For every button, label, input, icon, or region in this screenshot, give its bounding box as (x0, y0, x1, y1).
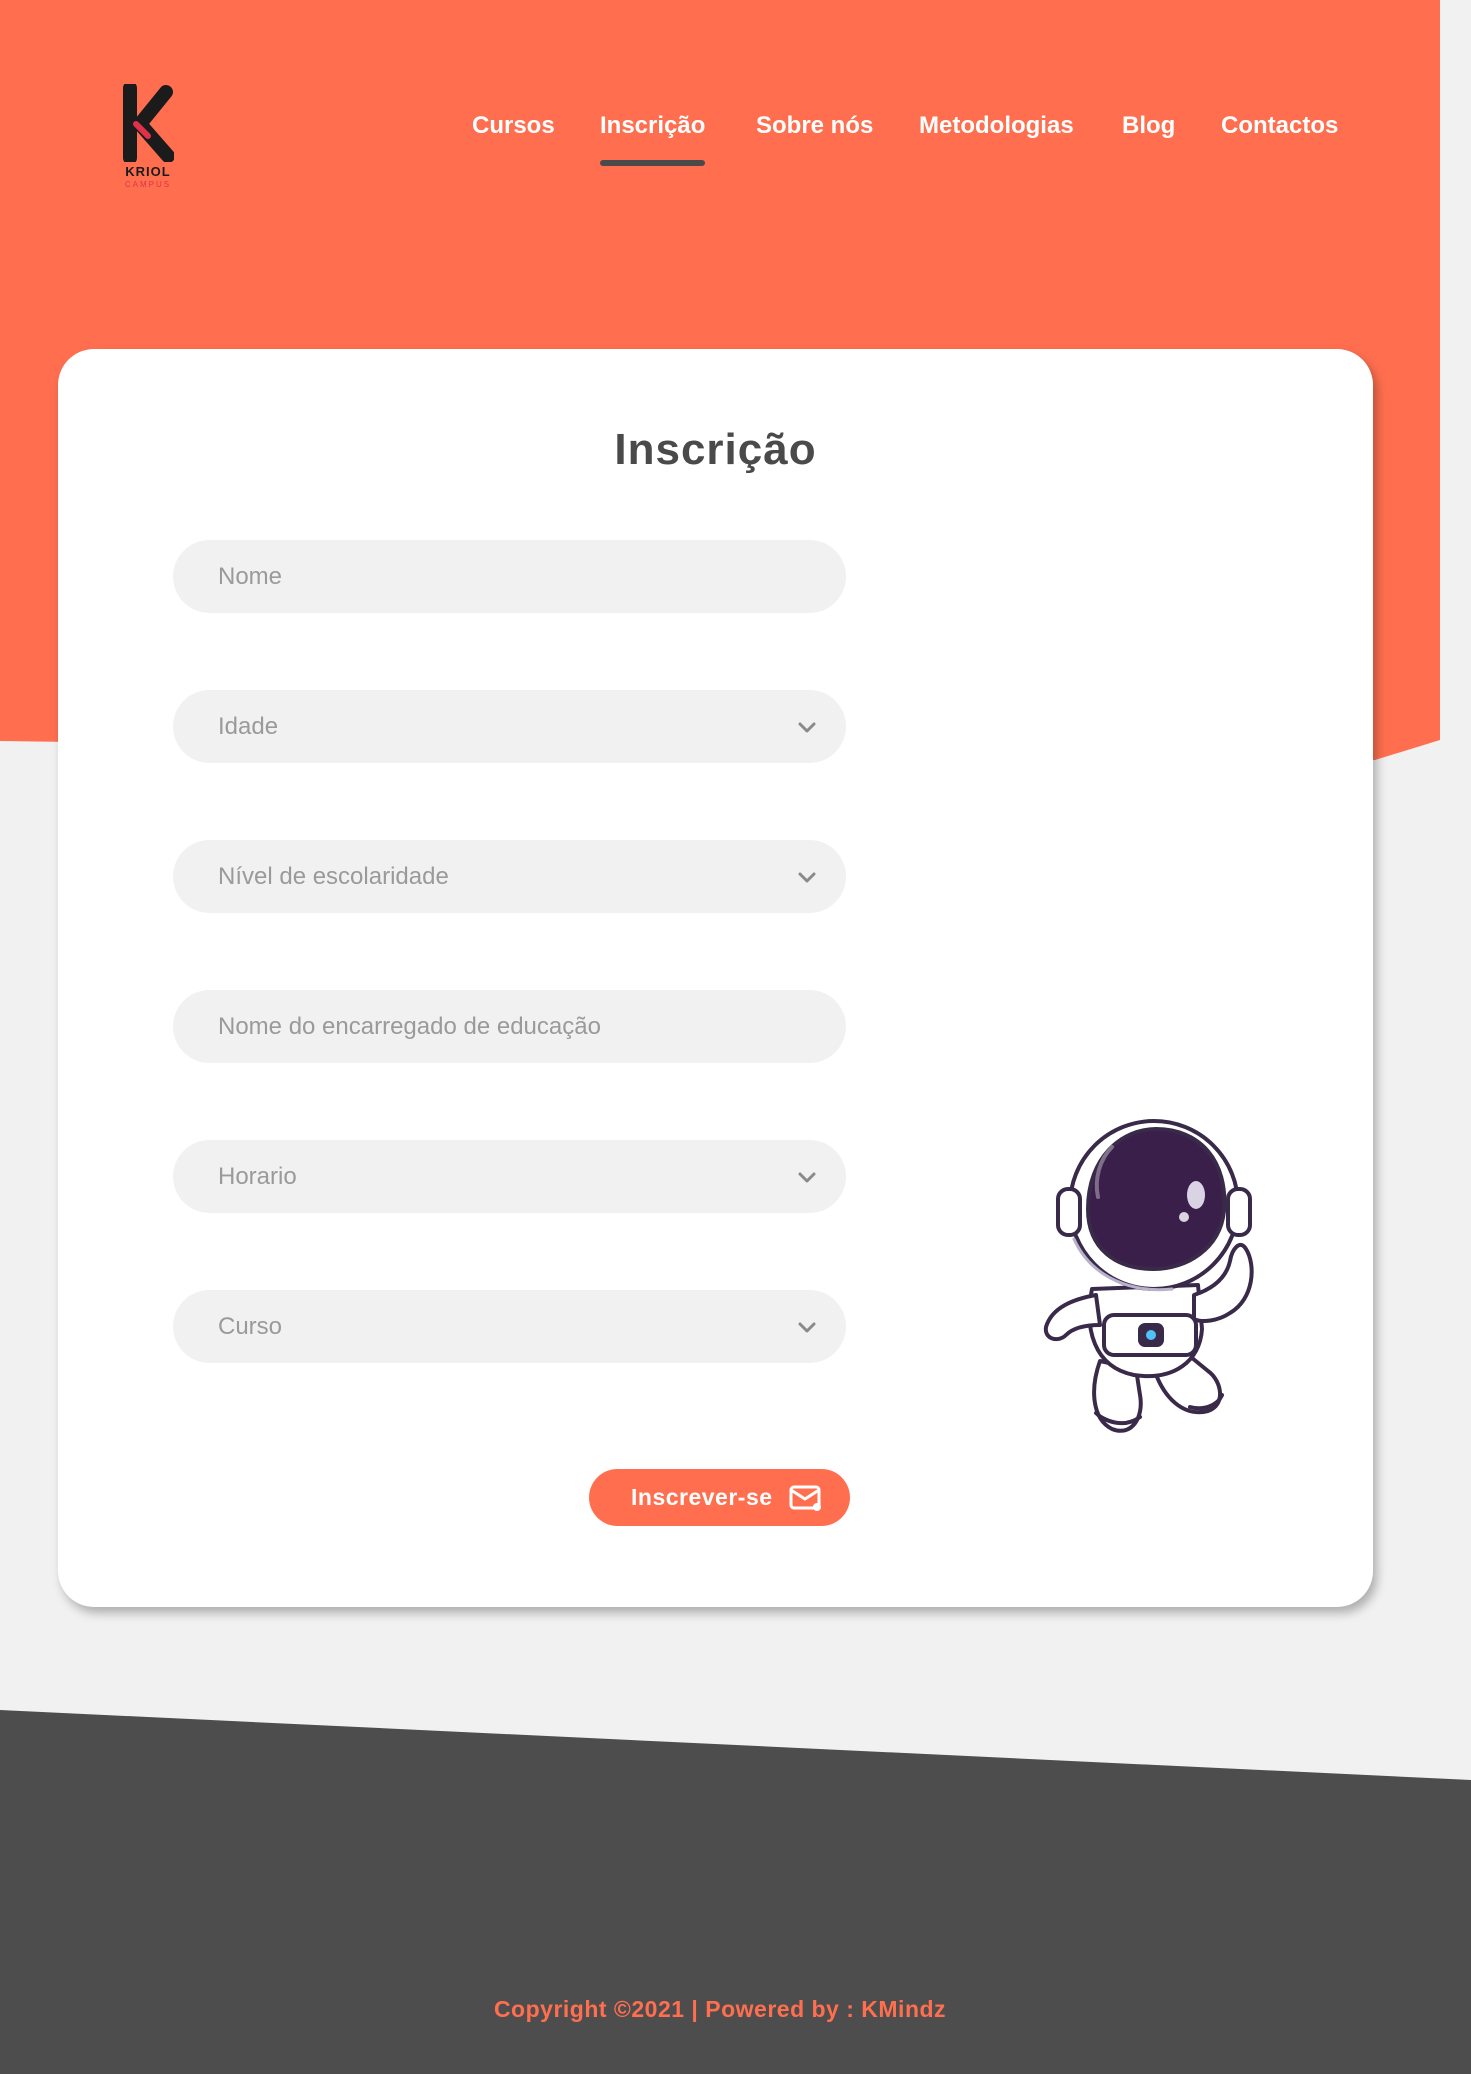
schedule-select[interactable]: Horario (173, 1140, 846, 1213)
envelope-icon (789, 1485, 821, 1511)
field-placeholder: Nome (218, 563, 283, 590)
nav-label: Cursos (472, 112, 555, 139)
subscribe-button[interactable]: Inscrever-se (589, 1469, 850, 1526)
nav-label: Metodologias (919, 112, 1074, 139)
astronaut-illustration (1043, 1119, 1254, 1433)
main-nav: Cursos Inscrição Sobre nós Metodologias … (0, 112, 1440, 172)
subscribe-button-label: Inscrever-se (631, 1484, 773, 1510)
nav-label: Sobre nós (756, 112, 874, 139)
active-indicator (600, 160, 706, 166)
brand-subtitle: CAMPUS (124, 180, 172, 189)
nav-item-contactos[interactable]: Contactos (1221, 112, 1338, 140)
guardian-name-input[interactable]: Nome do encarregado de educação (173, 990, 846, 1063)
nav-item-cursos[interactable]: Cursos (472, 112, 555, 140)
nav-item-inscricao[interactable]: Inscrição (600, 112, 706, 166)
chevron-down-icon (798, 722, 816, 733)
course-select[interactable]: Curso (173, 1290, 846, 1363)
footer-copyright: Copyright ©2021 | Powered by : KMindz (493, 1996, 947, 2022)
age-select[interactable]: Idade (173, 690, 846, 763)
field-placeholder: Horario (218, 1163, 297, 1190)
chevron-down-icon (798, 872, 816, 883)
nav-label: Contactos (1221, 112, 1339, 139)
nav-item-metodologias[interactable]: Metodologias (919, 112, 1074, 140)
field-placeholder: Curso (218, 1313, 283, 1340)
chevron-down-icon (798, 1172, 816, 1183)
field-placeholder: Nome do encarregado de educação (218, 1013, 601, 1040)
chevron-down-icon (798, 1322, 816, 1333)
nav-label: Inscrição (600, 112, 706, 139)
name-input[interactable]: Nome (173, 540, 846, 613)
field-placeholder: Nível de escolaridade (218, 863, 449, 890)
nav-item-sobre-nos[interactable]: Sobre nós (756, 112, 873, 140)
field-placeholder: Idade (218, 713, 279, 740)
registration-card: Inscrição Nome Idade Nível de escolarida… (58, 349, 1373, 1607)
education-level-select[interactable]: Nível de escolaridade (173, 840, 846, 913)
nav-label: Blog (1122, 112, 1176, 139)
form-title: Inscrição (614, 425, 817, 474)
nav-item-blog[interactable]: Blog (1122, 112, 1175, 140)
